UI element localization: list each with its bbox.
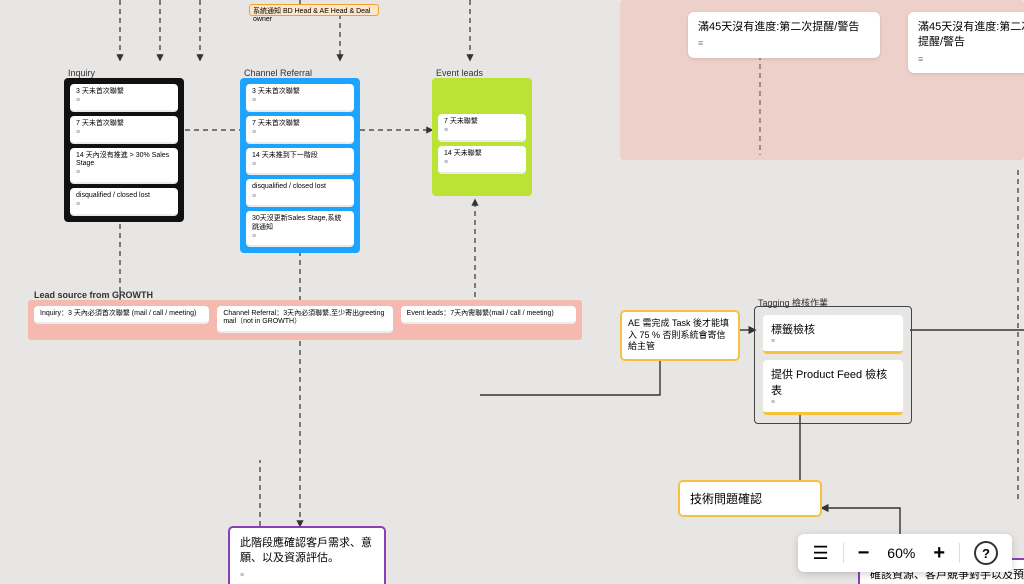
tagging-card[interactable]: 標籤檢核 ≡ [763,315,903,354]
card[interactable]: 14 天內沒有推進 > 30% Sales Stage≡ [70,148,178,184]
card[interactable]: disqualified / closed lost≡ [70,188,178,216]
lead-source-title: Lead source from GROWTH [34,290,153,300]
frame-title-channel: Channel Referral [244,68,312,78]
system-notify-bar: 系統通知 BD Head & AE Head & Deal owner [249,4,379,16]
note-icon: ≡ [698,37,870,50]
bottom-left-note[interactable]: 此階段應確認客戶需求、意願、以及資源評估。 ≡ [228,526,386,584]
lead-card[interactable]: Inquiry：3 天內必須首次聯繫 (mail / call / meetin… [34,306,209,324]
tech-note[interactable]: 技術問題確認 [678,480,822,517]
help-icon[interactable]: ? [974,541,998,565]
card[interactable]: disqualified / closed lost≡ [246,179,354,207]
frame-title-inquiry: Inquiry [68,68,95,78]
reminder-note-a: 滿45天沒有進度:第二次提醒/警告 ≡ [688,12,880,58]
tagging-card[interactable]: 提供 Product Feed 檢核表 ≡ [763,360,903,415]
lead-card[interactable]: Event leads：7天內需聯繫(mail / call / meeting… [401,306,576,324]
frame-title-event: Event leads [436,68,483,78]
note-icon: ≡ [240,571,374,581]
canvas[interactable]: 系統通知 BD Head & AE Head & Deal owner 滿45天… [0,0,1024,584]
list-view-icon[interactable]: ☰ [812,543,828,564]
note-icon: ≡ [918,53,1024,66]
card[interactable]: 3 天未首次聯繫≡ [70,84,178,112]
card-icon: ≡ [771,338,895,345]
toolbar-separator [959,543,960,563]
frame-channel[interactable]: 3 天未首次聯繫≡ 7 天未首次聯繫≡ 14 天未推到下一階段≡ disqual… [240,78,360,253]
card[interactable]: 7 天未首次聯繫≡ [246,116,354,144]
reminder-a-text: 滿45天沒有進度:第二次提醒/警告 [698,20,870,35]
zoom-out-button[interactable]: − [858,542,870,565]
bottom-left-note-text: 此階段應確認客戶需求、意願、以及資源評估。 [240,536,374,567]
ae-note-text: AE 需完成 Task 後才能填入 75 % 否則系統會寄信給主管 [628,318,729,351]
reminder-note-b: 滿45天沒有進度:第二次提醒/警告 ≡ [908,12,1024,73]
tagging-frame[interactable]: 標籤檢核 ≡ 提供 Product Feed 檢核表 ≡ [754,306,912,424]
tech-note-text: 技術問題確認 [690,492,762,506]
card[interactable]: 14 天未推到下一階段≡ [246,148,354,176]
reminder-b-text: 滿45天沒有進度:第二次提醒/警告 [918,20,1024,51]
zoom-level[interactable]: 60% [883,545,919,561]
lead-source-region: Inquiry：3 天內必須首次聯繫 (mail / call / meetin… [28,300,582,340]
system-notify-label: 系統通知 BD Head & AE Head & Deal owner [253,8,371,23]
card[interactable]: 30天沒更新Sales Stage,系統跳通知≡ [246,211,354,247]
card[interactable]: 14 天未聯繫≡ [438,146,526,174]
frame-event[interactable]: 7 天未聯繫≡ 14 天未聯繫≡ [432,78,532,196]
card[interactable]: 3 天未首次聯繫≡ [246,84,354,112]
card[interactable]: 7 天未首次聯繫≡ [70,116,178,144]
ae-note[interactable]: AE 需完成 Task 後才能填入 75 % 否則系統會寄信給主管 [620,310,740,361]
card[interactable]: 7 天未聯繫≡ [438,114,526,142]
lead-card[interactable]: Channel Referral：3天內必須聯繫,至少寄出greeting ma… [217,306,392,333]
zoom-toolbar: ☰ − 60% + ? [798,534,1012,572]
toolbar-separator [843,543,844,563]
zoom-in-button[interactable]: + [933,542,945,565]
frame-inquiry[interactable]: 3 天未首次聯繫≡ 7 天未首次聯繫≡ 14 天內沒有推進 > 30% Sale… [64,78,184,222]
card-icon: ≡ [771,399,895,406]
